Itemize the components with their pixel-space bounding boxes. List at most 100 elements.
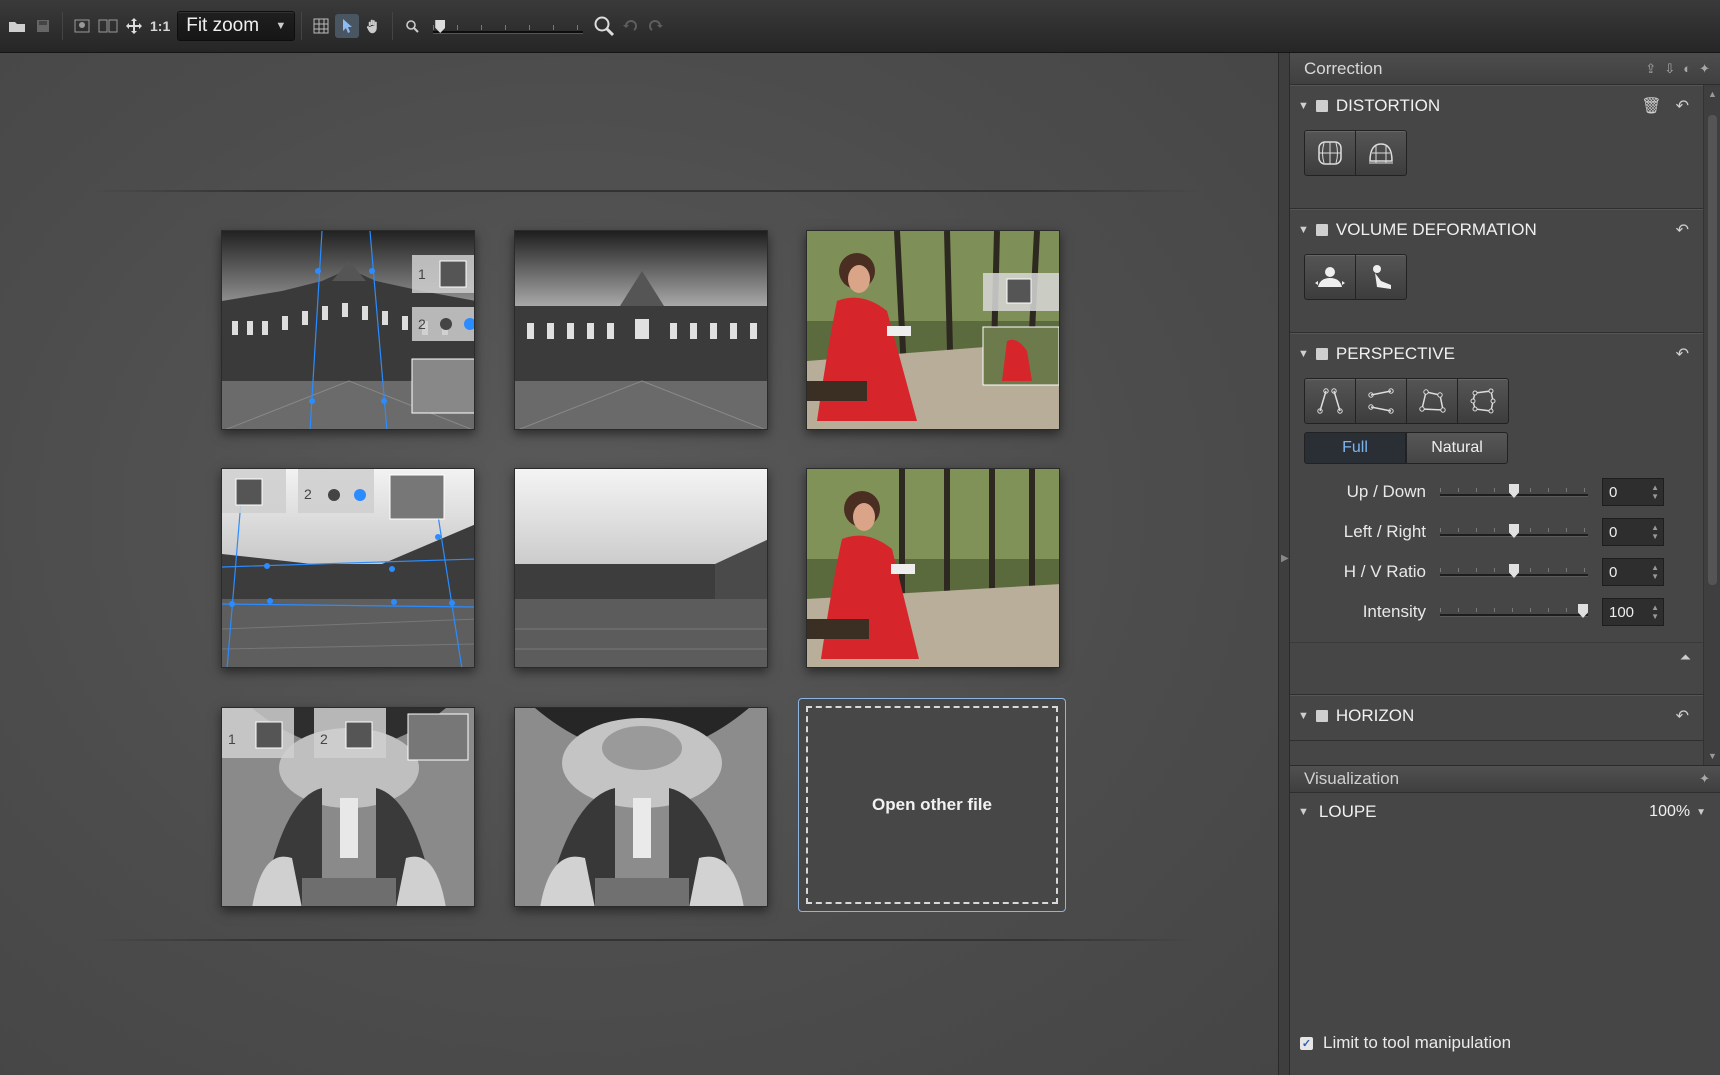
up-down-value-field[interactable]: 0 ▲ ▼ xyxy=(1602,478,1664,506)
zoom-select[interactable]: Fit zoom ▼ xyxy=(177,11,296,41)
thumbnail-louvre-courtyard-corrected[interactable] xyxy=(514,468,768,668)
triangle-down-icon[interactable]: ▼ xyxy=(1298,348,1309,360)
section-perspective: ▼ PERSPECTIVE ↶ Full Natural Up / Down 0… xyxy=(1290,333,1703,695)
thumbnail-louvre-facade-guides[interactable]: 1 2 xyxy=(221,230,475,430)
import-preset-icon[interactable]: ⇩ xyxy=(1664,61,1675,77)
left-right-value-field[interactable]: 0 ▲ ▼ xyxy=(1602,518,1664,546)
barrel-distortion-button[interactable] xyxy=(1304,130,1356,176)
quad-rectangle-icon xyxy=(1419,389,1446,413)
collapse-section-icon[interactable]: ⏶ xyxy=(1290,642,1703,672)
limit-to-tool-option[interactable]: ✓ Limit to tool manipulation xyxy=(1300,1033,1511,1053)
step-one-label: 1 xyxy=(418,266,426,282)
section-enable-checkbox[interactable] xyxy=(1315,100,1328,112)
volume-vertical-button[interactable] xyxy=(1355,254,1407,300)
pin-icon[interactable]: ✦ xyxy=(1699,61,1710,77)
triangle-down-icon[interactable]: ▼ xyxy=(1298,100,1309,112)
reset-all-icon[interactable]: ◐ xyxy=(1683,61,1691,77)
left-right-slider[interactable] xyxy=(1440,521,1588,543)
trash-icon[interactable]: 🗑 xyxy=(1641,96,1661,116)
correction-panel: Correction ⇪ ⇩ ◐ ✦ ▼ DISTORTION 🗑 ↶ ▼ VO… xyxy=(1290,53,1720,1075)
slider-label: H / V Ratio xyxy=(1343,562,1426,581)
visualization-header: Visualization ✦ xyxy=(1290,765,1720,793)
bottom-divider-line xyxy=(90,939,1200,941)
triangle-down-icon[interactable]: ▼ xyxy=(1298,224,1309,236)
slider-label: Left / Right xyxy=(1343,522,1426,541)
thumbnail-louvre-facade-corrected[interactable] xyxy=(514,230,768,430)
move-icon[interactable] xyxy=(122,14,146,38)
reset-arrow-icon[interactable]: ↶ xyxy=(1676,706,1689,726)
open-other-file-dropzone[interactable]: Open other file xyxy=(798,698,1066,912)
reset-arrow-icon[interactable]: ↶ xyxy=(1676,96,1689,116)
hand-icon[interactable] xyxy=(361,14,385,38)
undo-icon[interactable] xyxy=(618,14,642,38)
fisheye-grid-icon xyxy=(1369,143,1393,164)
correction-scrollbar[interactable]: ▲ ▼ xyxy=(1703,85,1720,765)
eight-point-tool-button[interactable] xyxy=(1457,378,1509,424)
scrollbar-thumb[interactable] xyxy=(1708,115,1717,585)
hv-ratio-slider[interactable] xyxy=(1440,561,1588,583)
stepper-icon[interactable]: ▲ ▼ xyxy=(1651,563,1659,581)
volume-horizontal-button[interactable] xyxy=(1304,254,1356,300)
loupe-header[interactable]: ▼ LOUPE 100% ▼ xyxy=(1290,795,1720,829)
stepper-icon[interactable]: ▲ ▼ xyxy=(1651,483,1659,501)
section-volume-deformation: ▼ VOLUME DEFORMATION ↶ xyxy=(1290,209,1703,333)
section-enable-checkbox[interactable] xyxy=(1315,348,1328,360)
loupe-zoom-select[interactable]: 100% ▼ xyxy=(1649,803,1706,821)
rectangle-tool-button[interactable] xyxy=(1406,378,1458,424)
split-view-icon[interactable] xyxy=(96,14,120,38)
triangle-down-icon[interactable]: ▼ xyxy=(1298,806,1309,818)
one-to-one-button[interactable]: 1:1 xyxy=(150,18,170,34)
section-perspective-header[interactable]: ▼ PERSPECTIVE ↶ xyxy=(1290,334,1703,374)
redo-icon[interactable] xyxy=(644,14,668,38)
collapse-panel-icon[interactable]: ▶ xyxy=(1281,553,1289,564)
panel-splitter[interactable]: ▶ xyxy=(1278,53,1290,1075)
svg-text:2: 2 xyxy=(418,316,426,332)
select-arrow-icon[interactable] xyxy=(335,14,360,38)
zoom-slider[interactable] xyxy=(433,14,584,38)
limit-checkbox[interactable]: ✓ xyxy=(1300,1036,1313,1050)
grid-icon[interactable] xyxy=(309,14,333,38)
section-enable-checkbox[interactable] xyxy=(1315,710,1328,722)
intensity-slider[interactable] xyxy=(1440,601,1588,623)
section-volume-header[interactable]: ▼ VOLUME DEFORMATION ↶ xyxy=(1290,210,1703,250)
thumbnail-louvre-courtyard-guides[interactable]: 2 xyxy=(221,468,475,668)
reset-arrow-icon[interactable]: ↶ xyxy=(1676,220,1689,240)
mode-full-button[interactable]: Full xyxy=(1304,432,1406,464)
chevron-down-icon: ▼ xyxy=(1696,806,1706,818)
reset-arrow-icon[interactable]: ↶ xyxy=(1676,344,1689,364)
vertical-lines-icon xyxy=(1317,388,1343,414)
zoom-in-icon[interactable] xyxy=(592,14,616,38)
fisheye-distortion-button[interactable] xyxy=(1355,130,1407,176)
vertical-lines-tool-button[interactable] xyxy=(1304,378,1356,424)
section-enable-checkbox[interactable] xyxy=(1315,224,1328,236)
slider-row-hv-ratio: H / V Ratio 0 ▲ ▼ xyxy=(1290,552,1703,592)
single-view-icon[interactable] xyxy=(70,14,94,38)
svg-text:2: 2 xyxy=(304,486,312,502)
value-text: 0 xyxy=(1609,523,1618,541)
hv-ratio-value-field[interactable]: 0 ▲ ▼ xyxy=(1602,558,1664,586)
thumbnail-woman-red-dress-corrected[interactable] xyxy=(806,468,1060,668)
section-horizon-header[interactable]: ▼ HORIZON ↶ xyxy=(1290,696,1703,736)
thumbnail-woman-red-dress-guides[interactable] xyxy=(806,230,1060,430)
loupe-zoom-value: 100% xyxy=(1649,803,1691,820)
scroll-down-icon[interactable]: ▼ xyxy=(1708,751,1717,761)
thumbnail-church-interior-corrected[interactable] xyxy=(514,707,768,907)
triangle-down-icon[interactable]: ▼ xyxy=(1298,710,1309,722)
pin-icon[interactable]: ✦ xyxy=(1699,771,1710,787)
stepper-icon[interactable]: ▲ ▼ xyxy=(1651,523,1659,541)
intensity-value-field[interactable]: 100 ▲ ▼ xyxy=(1602,598,1664,626)
zoom-select-value: Fit zoom xyxy=(186,15,260,36)
thumbnail-church-interior-guides[interactable]: 1 2 xyxy=(221,707,475,907)
section-title: HORIZON xyxy=(1335,706,1415,725)
section-distortion-header[interactable]: ▼ DISTORTION 🗑 ↶ xyxy=(1290,86,1703,126)
zoom-out-icon[interactable] xyxy=(400,14,424,38)
export-preset-icon[interactable]: ⇪ xyxy=(1645,61,1656,77)
save-icon[interactable] xyxy=(31,14,55,38)
person-horizontal-icon xyxy=(1315,267,1345,287)
open-folder-icon[interactable] xyxy=(5,14,29,38)
horizontal-lines-tool-button[interactable] xyxy=(1355,378,1407,424)
scroll-up-icon[interactable]: ▲ xyxy=(1708,89,1717,99)
mode-natural-button[interactable]: Natural xyxy=(1406,432,1508,464)
stepper-icon[interactable]: ▲ ▼ xyxy=(1651,603,1659,621)
up-down-slider[interactable] xyxy=(1440,481,1588,503)
